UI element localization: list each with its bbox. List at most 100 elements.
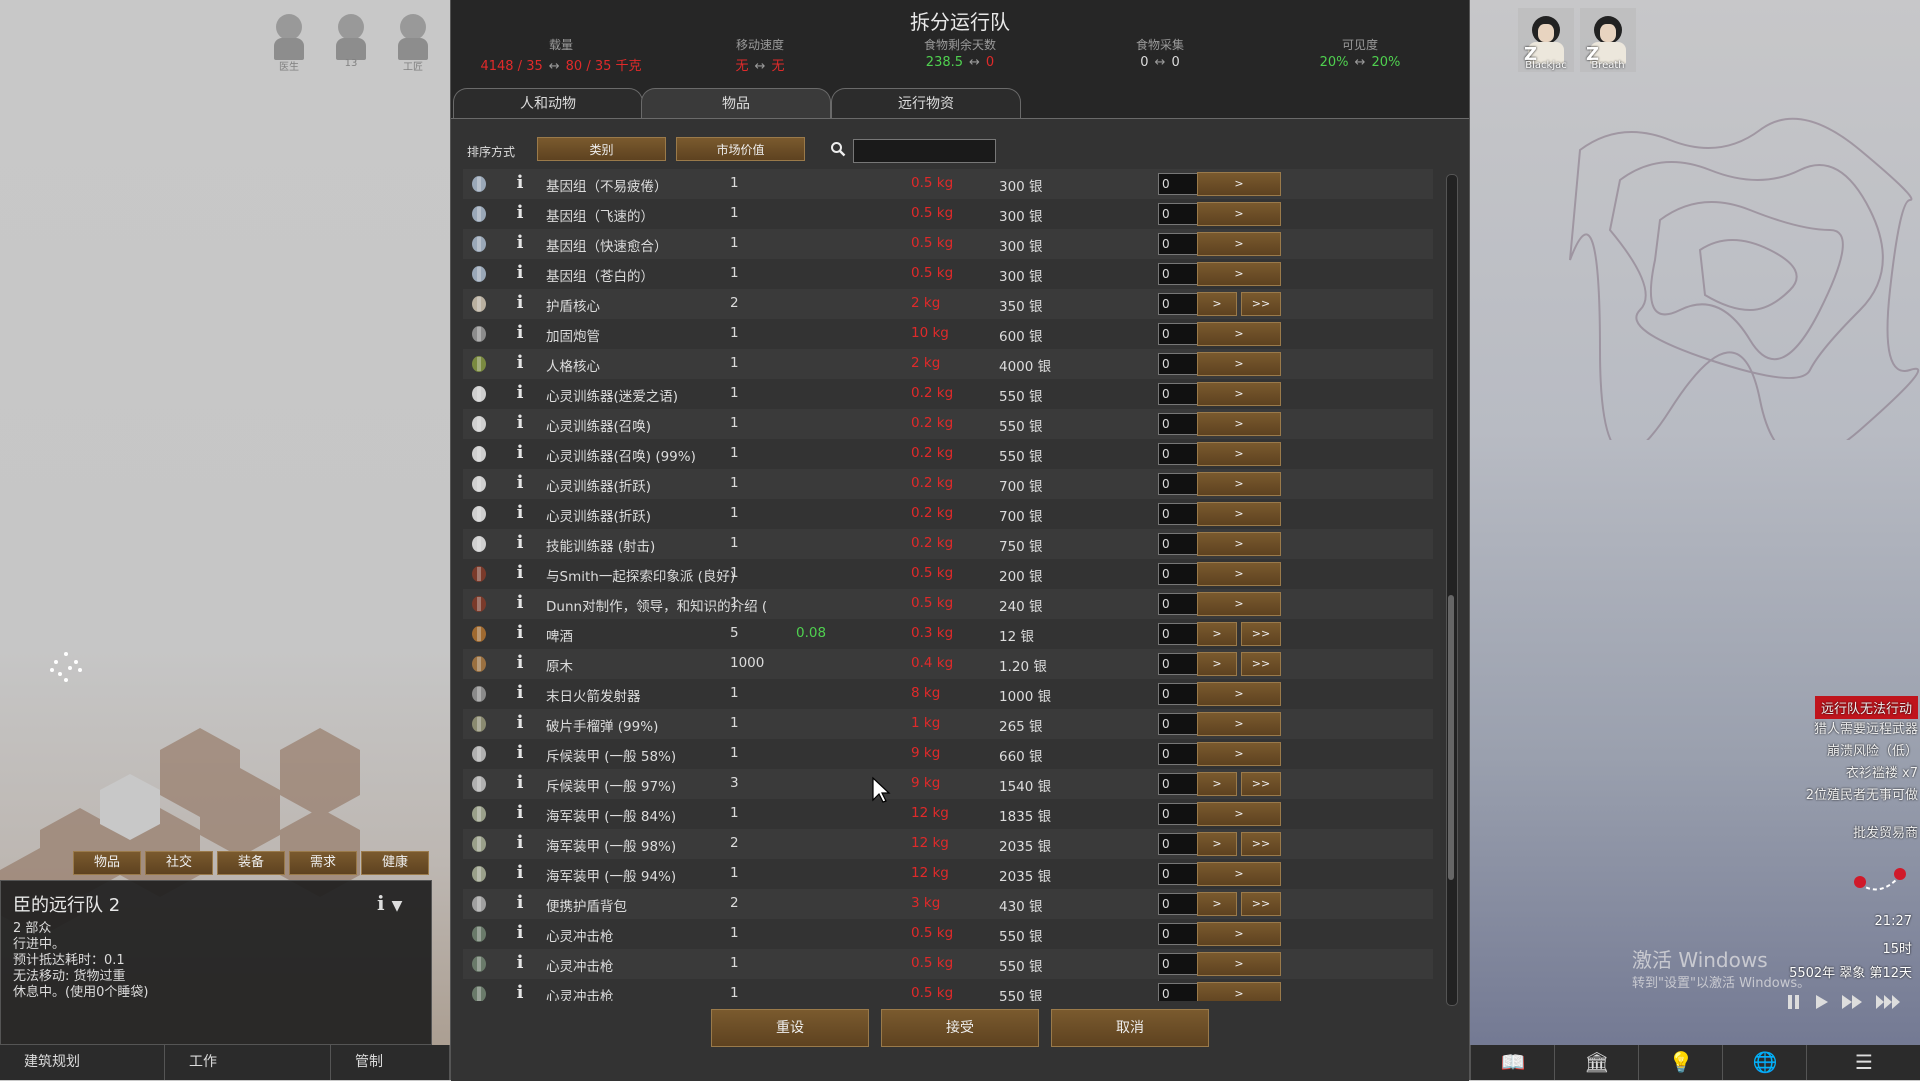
transfer-one-button[interactable]: > [1197,982,1281,1001]
info-icon[interactable]: i [513,622,527,646]
item-row[interactable]: i 心灵冲击枪 1 0.5 kg 550 银 0 > [463,919,1433,949]
transfer-one-button[interactable]: > [1197,352,1281,376]
item-row[interactable]: i 原木 1000 0.4 kg 1.20 银 0 > >> [463,649,1433,679]
info-icon[interactable]: i [513,772,527,796]
transfer-one-button[interactable]: > [1197,232,1281,256]
info-icon[interactable]: i [513,292,527,316]
transfer-one-button[interactable]: > [1197,382,1281,406]
info-icon[interactable]: i [513,172,527,196]
transfer-one-button[interactable]: > [1197,802,1281,826]
item-row[interactable]: i 基因组（不易疲倦） 1 0.5 kg 300 银 0 > [463,169,1433,199]
transfer-one-button[interactable]: > [1197,952,1281,976]
transfer-one-button[interactable]: > [1197,472,1281,496]
item-row[interactable]: i 心灵训练器(折跃) 1 0.2 kg 700 银 0 > [463,469,1433,499]
info-icon[interactable]: i [513,322,527,346]
info-icon[interactable]: i [513,442,527,466]
colonist-portrait[interactable]: 13 [328,10,374,69]
info-icon[interactable]: i [377,891,385,915]
transfer-one-button[interactable]: > [1197,772,1237,796]
transfer-all-button[interactable]: >> [1241,652,1281,676]
info-icon[interactable]: i [513,472,527,496]
item-row[interactable]: i 斥候装甲 (一般 97%) 3 9 kg 1540 银 0 > >> [463,769,1433,799]
tab-travel-supplies[interactable]: 远行物资 [831,88,1021,118]
colonist-portrait[interactable]: 医生 [266,10,312,73]
transfer-one-button[interactable]: > [1197,412,1281,436]
info-icon[interactable]: i [513,712,527,736]
transfer-all-button[interactable]: >> [1241,292,1281,316]
sort-by-market-value-button[interactable]: 市场价值 [676,137,805,161]
item-row[interactable]: i 末日火箭发射器 1 8 kg 1000 银 0 > [463,679,1433,709]
item-row[interactable]: i 便携护盾背包 2 3 kg 430 银 0 > >> [463,889,1433,919]
alert-bulk-trader[interactable]: 批发贸易商 [1853,822,1918,841]
transfer-one-button[interactable]: > [1197,742,1281,766]
tab-pawns[interactable]: 人和动物 [453,88,643,118]
info-icon[interactable]: i [513,982,527,1001]
item-row[interactable]: i 海军装甲 (一般 84%) 1 12 kg 1835 银 0 > [463,799,1433,829]
scrollbar-thumb[interactable] [1448,595,1454,880]
info-icon[interactable]: i [513,502,527,526]
alert-idle-colonists[interactable]: 2位殖民者无事可做 [1806,784,1918,803]
info-icon[interactable]: i [513,652,527,676]
info-icon[interactable]: i [513,952,527,976]
item-row[interactable]: i 加固炮管 1 10 kg 600 银 0 > [463,319,1433,349]
rename-icon[interactable]: ▼ [392,898,403,914]
sleeping-colonist-portrait[interactable]: Z Breath [1580,8,1636,72]
transfer-one-button[interactable]: > [1197,892,1237,916]
transfer-one-button[interactable]: > [1197,592,1281,616]
info-icon[interactable]: i [513,202,527,226]
architect-button[interactable]: 建筑规划 [0,1045,165,1080]
item-row[interactable]: i 与Smith一起探索印象派 (良好) 1 0.5 kg 200 银 0 > [463,559,1433,589]
transfer-one-button[interactable]: > [1197,292,1237,316]
info-icon[interactable]: i [513,382,527,406]
info-icon[interactable]: i [513,682,527,706]
transfer-all-button[interactable]: >> [1241,832,1281,856]
search-input[interactable] [853,139,996,163]
transfer-one-button[interactable]: > [1197,262,1281,286]
item-row[interactable]: i 人格核心 1 2 kg 4000 银 0 > [463,349,1433,379]
restrict-button[interactable]: 管制 [331,1045,450,1080]
alert-tattered[interactable]: 衣衫褴褛 x7 [1846,762,1918,781]
tab-social[interactable]: 社交 [145,851,213,875]
info-icon[interactable]: i [513,892,527,916]
item-row[interactable]: i 破片手榴弹 (99%) 1 1 kg 265 银 0 > [463,709,1433,739]
transfer-one-button[interactable]: > [1197,652,1237,676]
transfer-one-button[interactable]: > [1197,532,1281,556]
transfer-one-button[interactable]: > [1197,172,1281,196]
tab-needs[interactable]: 需求 [289,851,357,875]
info-icon[interactable]: i [513,592,527,616]
transfer-all-button[interactable]: >> [1241,772,1281,796]
alert-break-risk[interactable]: 崩溃风险（低） [1827,740,1918,759]
work-button[interactable]: 工作 [165,1045,331,1080]
alert-hunter-weapon[interactable]: 猎人需要远程武器 [1814,718,1918,737]
world-icon[interactable]: 🌐 [1722,1045,1807,1080]
item-row[interactable]: i 基因组（苍白的） 1 0.5 kg 300 银 0 > [463,259,1433,289]
item-row[interactable]: i 心灵冲击枪 1 0.5 kg 550 银 0 > [463,979,1433,1001]
info-icon[interactable]: i [513,262,527,286]
item-row[interactable]: i 心灵训练器(迷爱之语) 1 0.2 kg 550 银 0 > [463,379,1433,409]
transfer-one-button[interactable]: > [1197,562,1281,586]
item-row[interactable]: i 基因组（快速愈合） 1 0.5 kg 300 银 0 > [463,229,1433,259]
colonist-portrait[interactable]: 工匠 [390,10,436,73]
tab-items-inspect[interactable]: 物品 [73,851,141,875]
transfer-one-button[interactable]: > [1197,202,1281,226]
item-row[interactable]: i 心灵训练器(召唤) 1 0.2 kg 550 银 0 > [463,409,1433,439]
sleeping-colonist-portrait[interactable]: Z Blackjac [1518,8,1574,72]
tab-gear[interactable]: 装备 [217,851,285,875]
speed-controls[interactable] [1786,992,1916,1014]
info-icon[interactable]: i [513,352,527,376]
transfer-one-button[interactable]: > [1197,712,1281,736]
scrollbar[interactable] [1446,174,1458,1006]
tab-health[interactable]: 健康 [361,851,429,875]
item-row[interactable]: i 基因组（飞速的） 1 0.5 kg 300 银 0 > [463,199,1433,229]
item-row[interactable]: i Dunn对制作，领导，和知识的介绍 (1 0.5 kg 240 银 0 > [463,589,1433,619]
sort-by-category-button[interactable]: 类别 [537,137,666,161]
transfer-all-button[interactable]: >> [1241,892,1281,916]
transfer-one-button[interactable]: > [1197,682,1281,706]
info-icon[interactable]: i [513,742,527,766]
info-icon[interactable]: i [513,562,527,586]
accept-button[interactable]: 接受 [881,1009,1039,1047]
item-row[interactable]: i 海军装甲 (一般 94%) 1 12 kg 2035 银 0 > [463,859,1433,889]
transfer-one-button[interactable]: > [1197,442,1281,466]
item-row[interactable]: i 心灵训练器(折跃) 1 0.2 kg 700 银 0 > [463,499,1433,529]
tab-items[interactable]: 物品 [641,88,831,118]
